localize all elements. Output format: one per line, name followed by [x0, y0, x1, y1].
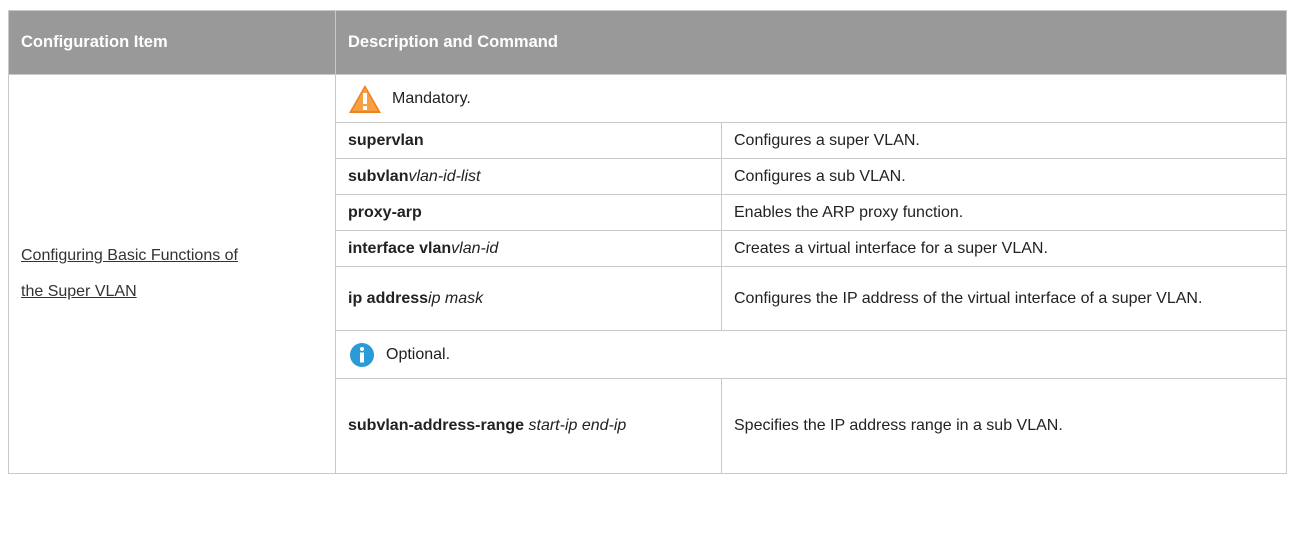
command-keyword: subvlan-address-range	[348, 417, 525, 434]
command-keyword: interface vlan	[348, 239, 452, 257]
command-keyword: proxy-arp	[348, 203, 422, 221]
command-argument: start-ip end-ip	[524, 417, 627, 434]
optional-label: Optional.	[386, 345, 451, 363]
header-description-command: Description and Command	[334, 10, 1288, 75]
warning-icon	[349, 84, 381, 113]
command-cell: proxy-arp	[335, 194, 722, 231]
configuring-basic-functions-link[interactable]: Configuring Basic Functions of the Super…	[21, 238, 323, 310]
command-keyword: supervlan	[348, 131, 424, 149]
mandatory-row: Configuring Basic Functions of the Super…	[8, 74, 1288, 474]
command-keyword: subvlan	[348, 167, 409, 185]
optional-notice: Optional.	[334, 330, 1288, 379]
header-configuration-item: Configuration Item	[8, 10, 336, 75]
description-cell: Creates a virtual interface for a super …	[720, 230, 1288, 267]
mandatory-notice: Mandatory.	[334, 74, 1288, 123]
table-header-row: Configuration Item Description and Comma…	[8, 10, 1288, 75]
description-cell: Configures the IP address of the virtual…	[720, 266, 1288, 331]
command-argument: vlan-id	[451, 239, 499, 257]
command-cell: interface vlanvlan-id	[335, 230, 722, 267]
command-cell: ip addressip mask	[335, 266, 722, 331]
command-cell: subvlan-address-range start-ip end-ip	[335, 378, 722, 474]
description-cell: Configures a sub VLAN.	[720, 158, 1288, 195]
description-cell: Enables the ARP proxy function.	[720, 194, 1288, 231]
link-line-2: the Super VLAN	[21, 283, 137, 300]
description-cell: Specifies the IP address range in a sub …	[720, 378, 1288, 474]
command-argument: ip mask	[428, 289, 484, 307]
command-cell: supervlan	[335, 122, 722, 159]
config-table: Configuration Item Description and Comma…	[8, 10, 1288, 474]
command-cell: subvlanvlan-id-list	[335, 158, 722, 195]
description-cell: Configures a super VLAN.	[720, 122, 1288, 159]
mandatory-label: Mandatory.	[392, 89, 471, 107]
command-keyword: ip address	[348, 289, 429, 307]
info-icon	[350, 342, 374, 367]
command-argument: vlan-id-list	[408, 167, 481, 185]
configuration-item-cell: Configuring Basic Functions of the Super…	[8, 74, 336, 474]
link-line-1: Configuring Basic Functions of	[21, 247, 238, 264]
